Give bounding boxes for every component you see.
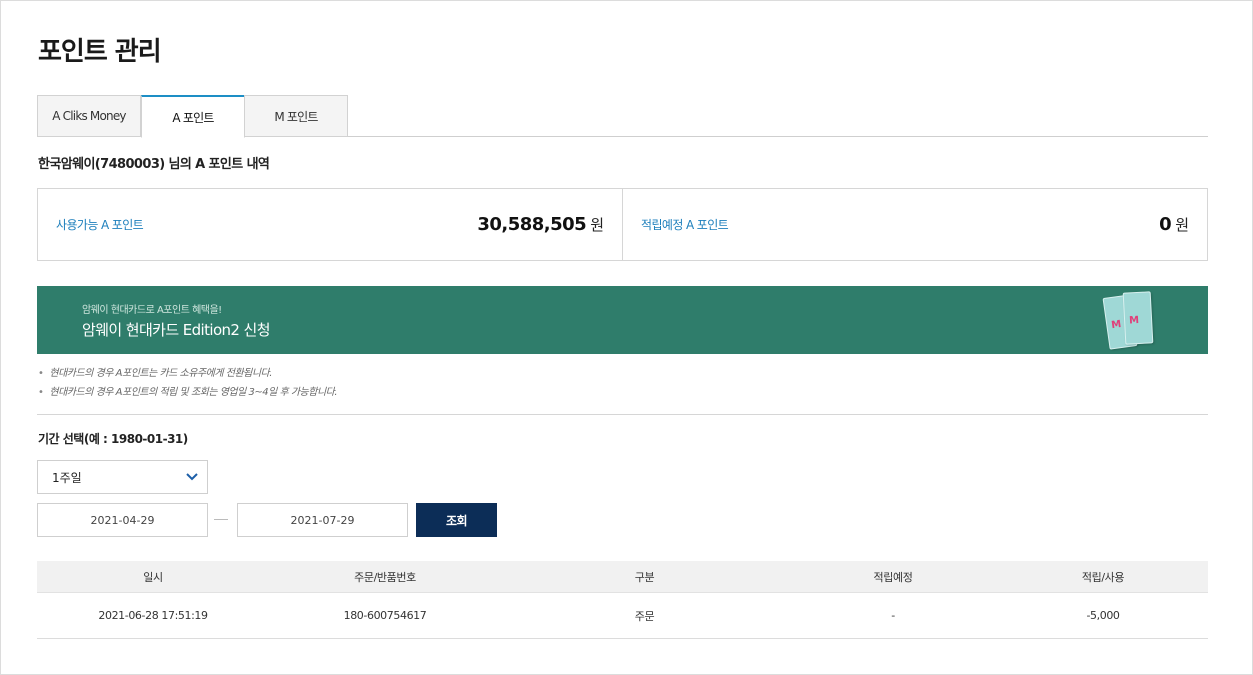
cell-pending: - — [891, 609, 895, 622]
period-select-value: 1주일 — [52, 470, 82, 485]
hyundai-card-banner[interactable]: 암웨이 현대카드로 A포인트 혜택을! 암웨이 현대카드 Edition2 신청… — [37, 286, 1208, 354]
pending-points-unit: 원 — [1175, 216, 1189, 234]
available-points-label: 사용가능 A 포인트 — [56, 218, 144, 232]
card-letter: M — [1110, 318, 1123, 332]
cell-earn-use: -5,000 — [1086, 609, 1120, 622]
available-points-cell: 사용가능 A 포인트 30,588,505 원 — [38, 189, 622, 260]
card-letter: M — [1128, 314, 1140, 327]
end-date-input[interactable]: 2021-07-29 — [237, 503, 408, 537]
period-select[interactable]: 1주일 — [37, 460, 208, 494]
points-history-table: 일시 주문/반품번호 구분 적립예정 적립/사용 2021-06-28 17:5… — [37, 561, 1208, 639]
period-label: 기간 선택(예 : 1980-01-31) — [38, 432, 188, 446]
column-header-order-number: 주문/반품번호 — [354, 570, 416, 584]
cell-order-number: 180-600754617 — [343, 609, 427, 622]
pending-points-label: 적립예정 A 포인트 — [641, 218, 729, 232]
points-summary: 사용가능 A 포인트 30,588,505 원 적립예정 A 포인트 0 원 — [37, 188, 1208, 261]
card-image: M M — [1100, 291, 1158, 352]
tab-bar: A Cliks Money A 포인트 M 포인트 — [37, 95, 1208, 138]
column-header-datetime: 일시 — [143, 570, 163, 584]
pending-points-cell: 적립예정 A 포인트 0 원 — [622, 189, 1207, 260]
section-divider — [37, 414, 1208, 415]
tab-a-point[interactable]: A 포인트 — [141, 95, 245, 138]
available-points-value: 30,588,505 — [477, 214, 587, 235]
column-header-type: 구분 — [634, 570, 655, 584]
page-title: 포인트 관리 — [38, 37, 162, 67]
tab-acliks-money[interactable]: A Cliks Money — [37, 95, 141, 137]
notice-item: 현대카드의 경우 A포인트의 적립 및 조회는 영업일 3~4일 후 가능합니다… — [38, 383, 337, 402]
column-header-earn-use: 적립/사용 — [1081, 570, 1125, 584]
available-points-unit: 원 — [590, 216, 604, 234]
date-range-separator — [214, 519, 228, 520]
card-front: M — [1122, 291, 1154, 345]
owner-heading: 한국암웨이(7480003) 님의 A 포인트 내역 — [38, 157, 270, 172]
start-date-input[interactable]: 2021-04-29 — [37, 503, 208, 537]
cell-datetime: 2021-06-28 17:51:19 — [98, 609, 208, 622]
banner-title: 암웨이 현대카드 Edition2 신청 — [82, 321, 271, 339]
search-button[interactable]: 조회 — [416, 503, 497, 537]
available-points-value-group: 30,588,505 원 — [477, 214, 604, 235]
chevron-down-icon — [185, 470, 199, 484]
table-header: 일시 주문/반품번호 구분 적립예정 적립/사용 — [37, 561, 1208, 593]
banner-subtitle: 암웨이 현대카드로 A포인트 혜택을! — [82, 305, 222, 316]
pending-points-value: 0 — [1159, 214, 1172, 235]
cell-type: 주문 — [634, 609, 655, 623]
tab-m-point[interactable]: M 포인트 — [244, 95, 348, 137]
column-header-pending: 적립예정 — [873, 570, 913, 584]
table-row: 2021-06-28 17:51:19 180-600754617 주문 - -… — [37, 593, 1208, 639]
notice-item: 현대카드의 경우 A포인트는 카드 소유주에게 전환됩니다. — [38, 364, 337, 383]
notice-list: 현대카드의 경우 A포인트는 카드 소유주에게 전환됩니다. 현대카드의 경우 … — [38, 364, 337, 402]
pending-points-value-group: 0 원 — [1159, 214, 1189, 235]
